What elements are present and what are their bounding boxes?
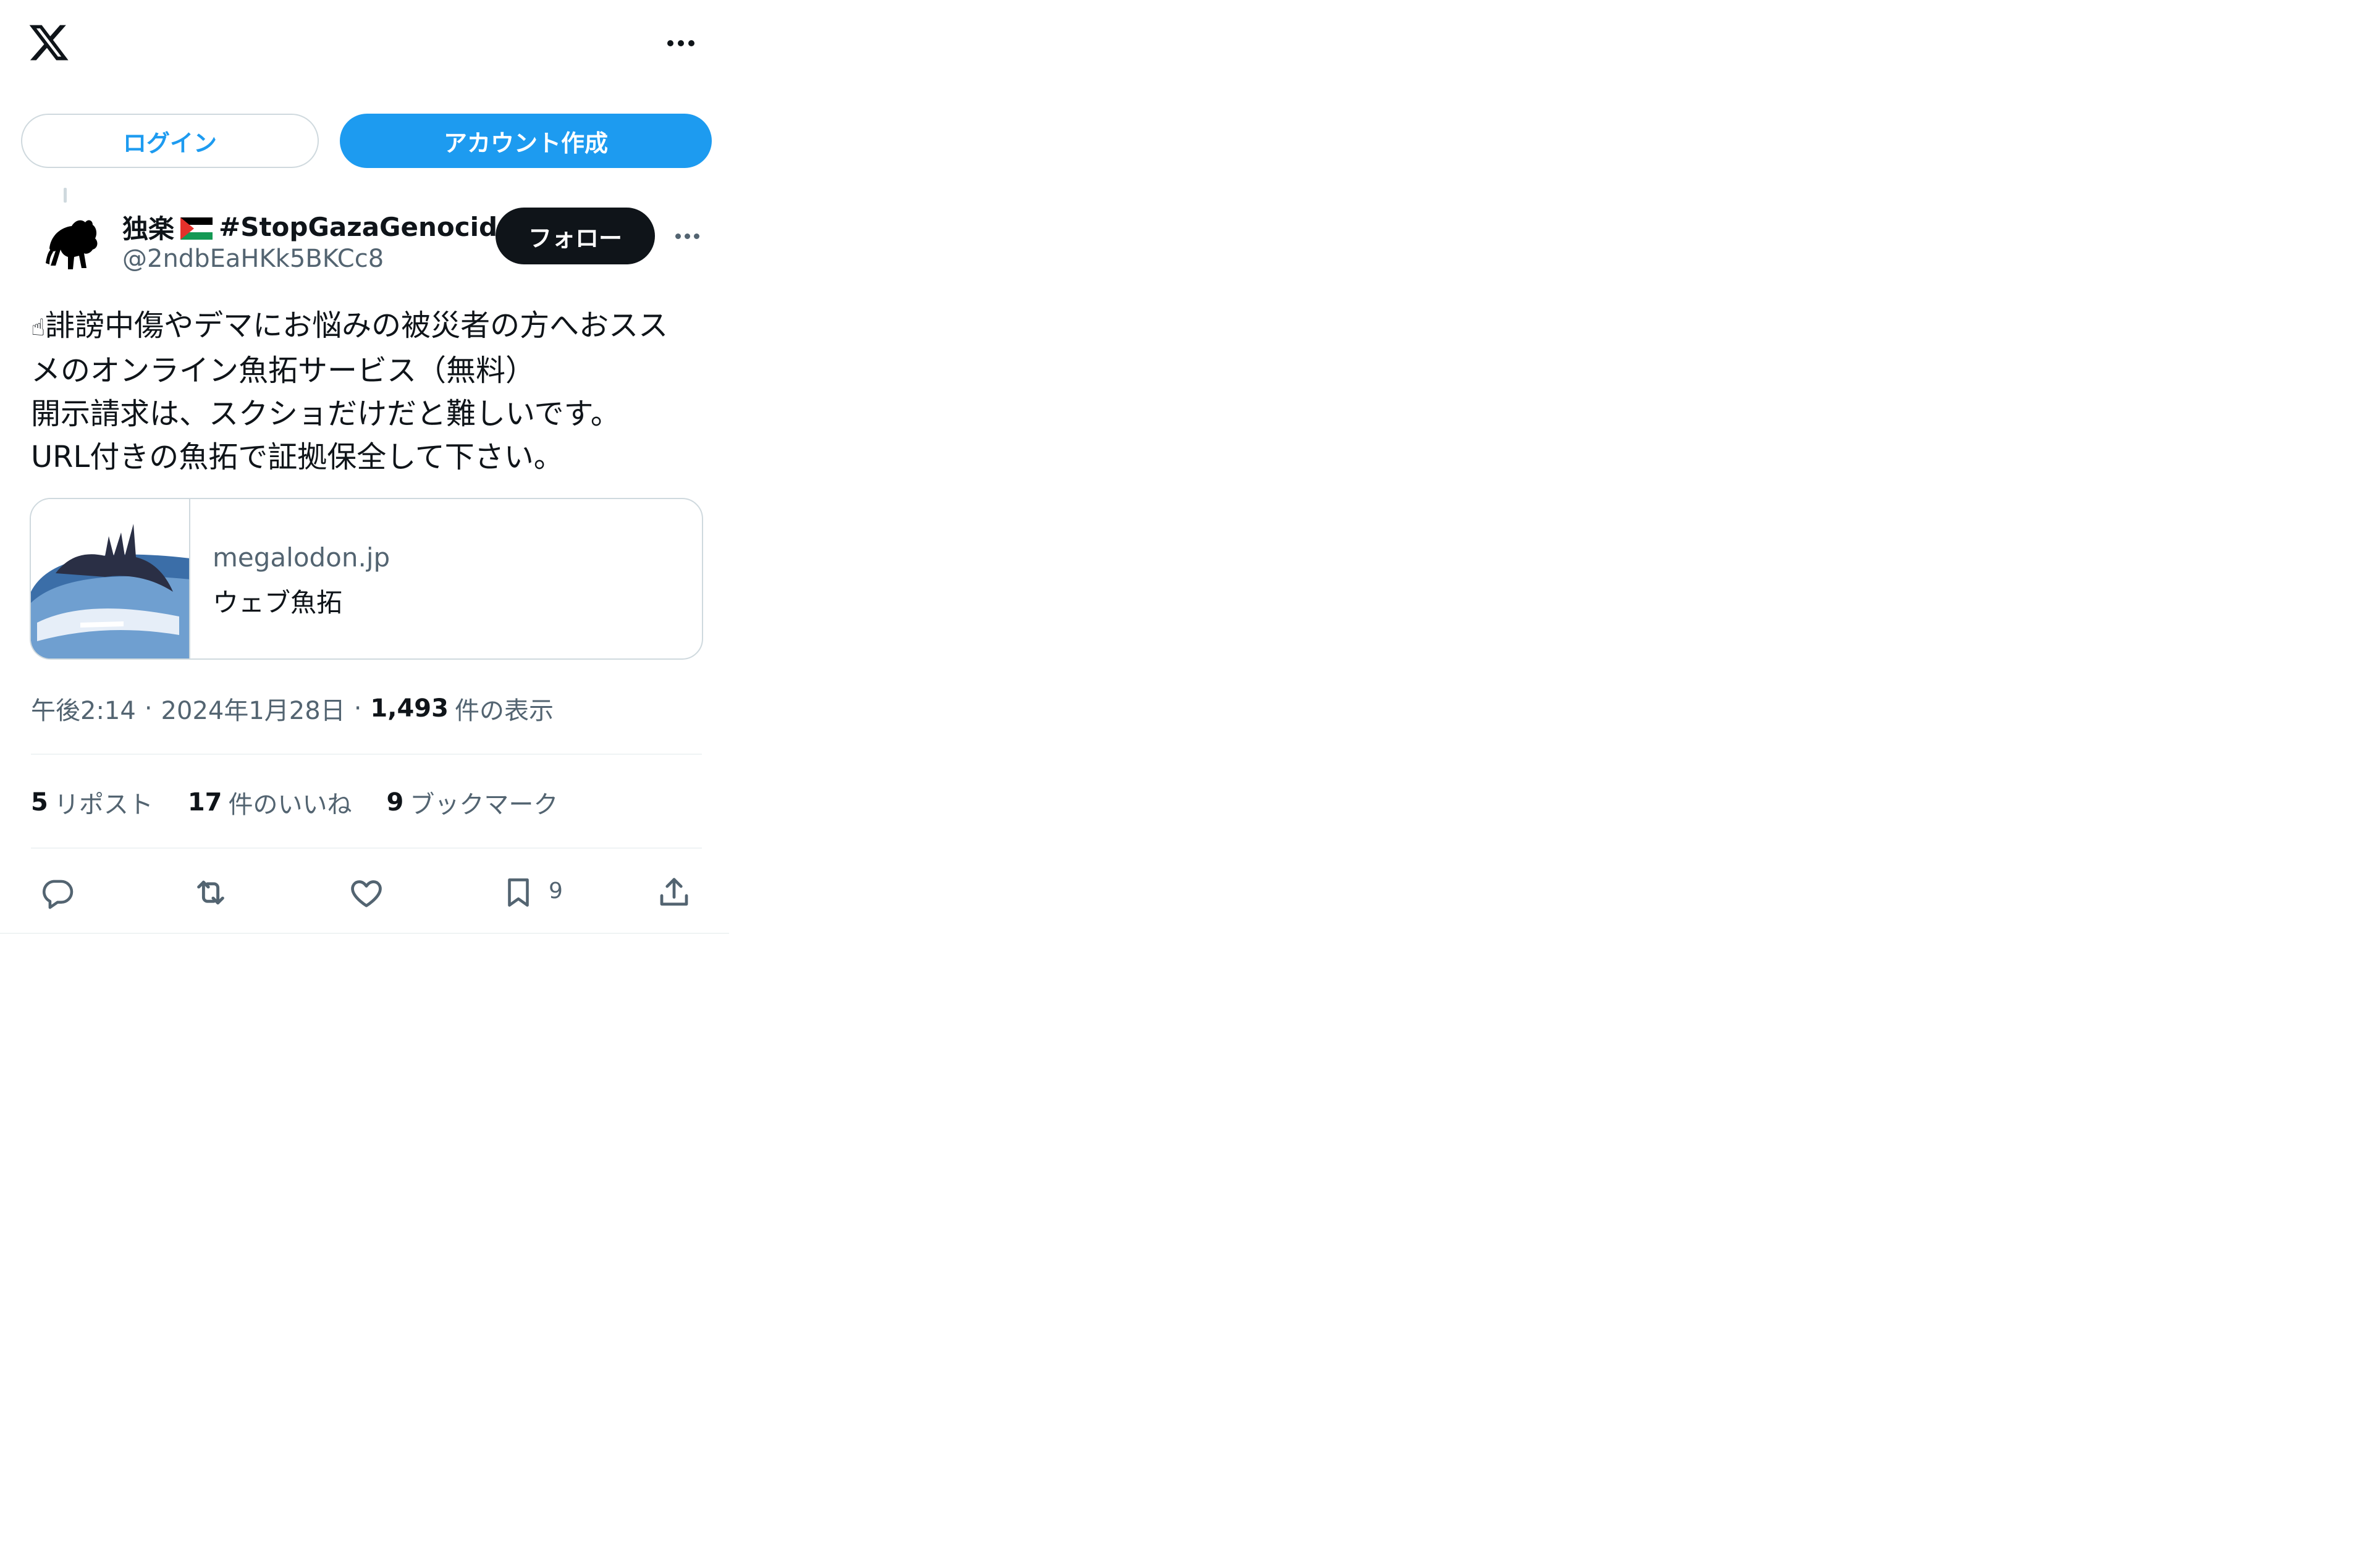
tweet-line-4: URL付きの魚拓で証拠保全して下さい。 (31, 440, 563, 474)
likes-count: 17 (187, 788, 222, 817)
tweet-date[interactable]: 2024年1月28日 (161, 691, 345, 726)
megalodon-earth-thumbnail (31, 499, 190, 658)
repost-icon[interactable] (190, 872, 231, 913)
tweet-line-1: ☝誹謗中傷やデマにお悩みの被災者の方へおスス (31, 308, 669, 343)
pointing-finger-emoji-icon: ☝ (31, 314, 46, 341)
link-card-domain: megalodon.jp (213, 542, 390, 573)
bookmarks-count: 9 (386, 788, 404, 817)
link-card-title: ウェブ魚拓 (213, 587, 343, 618)
create-account-button[interactable]: アカウント作成 (340, 114, 712, 168)
tweet-stats: 5 リポスト 17 件のいいね 9 ブックマーク (31, 784, 558, 820)
bookmarks-stat[interactable]: 9 ブックマーク (387, 784, 559, 820)
author-name: 独楽 (122, 213, 175, 244)
thread-connector-line (64, 188, 67, 203)
more-dots-icon[interactable] (656, 25, 706, 62)
login-button[interactable]: ログイン (21, 114, 319, 168)
follow-button[interactable]: フォロー (496, 208, 655, 264)
reposts-stat[interactable]: 5 リポスト (31, 784, 153, 820)
author-name-row[interactable]: 独楽 #StopGazaGenocide (122, 208, 515, 246)
divider (31, 754, 702, 755)
x-logo-icon[interactable] (27, 21, 70, 64)
meta-separator: · (353, 694, 362, 723)
tweet-page: ログイン アカウント作成 独楽 #StopGazaGenocide @2ndbE… (0, 0, 729, 934)
views-label: 件の表示 (454, 697, 554, 725)
avatar[interactable] (37, 209, 105, 277)
heart-icon[interactable] (346, 872, 387, 913)
tweet-text: ☝誹謗中傷やデマにお悩みの被災者の方へおスス メのオンライン魚拓サービス（無料）… (31, 304, 711, 479)
reply-icon[interactable] (37, 872, 78, 913)
tweet-time[interactable]: 午後2:14 (31, 691, 136, 726)
tweet-line-3: 開示請求は、スクショだけだと難しいです。 (31, 397, 620, 431)
author-hashtag: #StopGazaGenocide (219, 211, 515, 242)
share-icon[interactable] (654, 872, 694, 913)
likes-label: 件のいいね (228, 791, 352, 819)
views-count: 1,493 (370, 694, 449, 723)
author-handle[interactable]: @2ndbEaHKk5BKCc8 (122, 245, 384, 273)
divider (31, 847, 702, 849)
tweet-line-2: メのオンライン魚拓サービス（無料） (31, 353, 536, 388)
tweet-meta: 午後2:14 · 2024年1月28日 · 1,493 件の表示 (31, 691, 554, 726)
link-card[interactable]: megalodon.jp ウェブ魚拓 (30, 498, 703, 660)
reposts-label: リポスト (54, 791, 153, 819)
meta-separator: · (144, 694, 153, 723)
bookmark-icon[interactable] (498, 872, 539, 913)
black-cat-avatar-icon (46, 220, 98, 269)
likes-stat[interactable]: 17 件のいいね (188, 784, 352, 820)
post-more-icon[interactable] (667, 222, 707, 250)
palestine-flag-icon (180, 216, 213, 240)
bookmark-action-count: 9 (549, 878, 563, 904)
reposts-count: 5 (31, 788, 48, 817)
bookmarks-label: ブックマーク (410, 791, 559, 819)
